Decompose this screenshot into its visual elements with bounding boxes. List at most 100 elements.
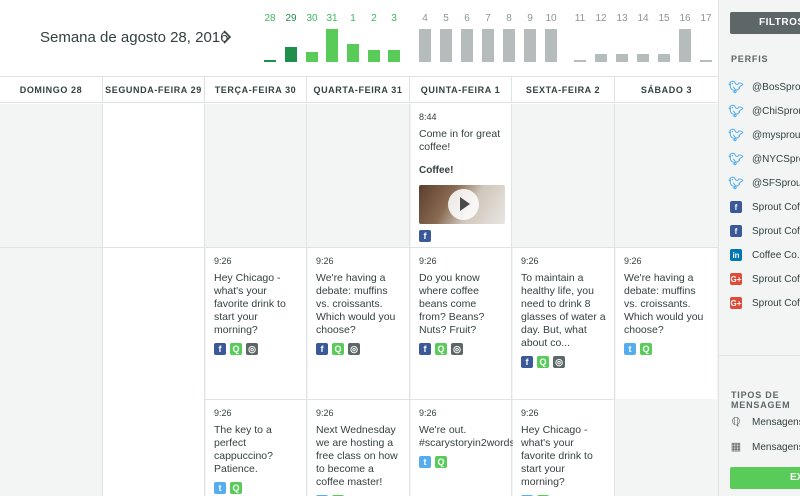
profile-item[interactable]: G+ Sprout Coffee	[730, 272, 800, 286]
volume-bar-day-31[interactable]: 31	[322, 0, 342, 70]
sprout-icon: Q	[230, 482, 242, 494]
profile-item[interactable]: in Coffee Co.	[730, 248, 800, 262]
volume-bar-fill	[503, 29, 515, 62]
post-card[interactable]: 9:26 The key to a perfect cappuccino? Pa…	[206, 400, 306, 496]
day-column-sunday	[0, 104, 103, 496]
volume-bar-day-10[interactable]: 10	[541, 0, 561, 70]
post-card[interactable]: 9:26 To maintain a healthy life, you nee…	[513, 248, 614, 399]
sprout-icon: Q	[230, 343, 242, 355]
post-card[interactable]: 9:26 Do you know where coffee beans come…	[411, 248, 511, 399]
volume-bar-label: 31	[326, 13, 338, 24]
message-type-label: Mensagens	[752, 441, 800, 453]
filters-button[interactable]: FILTROS	[730, 12, 800, 34]
volume-bar-day-12[interactable]: 12	[591, 0, 611, 70]
volume-bar-label: 13	[616, 13, 628, 24]
post-card[interactable]: 9:26 We're out. #scarystoryin2words t Q	[411, 400, 515, 496]
volume-bar-day-8[interactable]: 8	[499, 0, 519, 70]
profile-label: Sprout Coffee	[752, 273, 800, 285]
twitter-icon: 🐦︎	[728, 152, 744, 166]
volume-bar-fill	[700, 60, 712, 62]
volume-bar-day-6[interactable]: 6	[457, 0, 477, 70]
volume-bar-day-1[interactable]: 1	[343, 0, 363, 70]
profile-item[interactable]: 🐦︎ @ChiSprout	[728, 104, 800, 118]
post-time: 9:26	[521, 408, 539, 418]
volume-bar-label: 17	[700, 13, 712, 24]
post-text: Do you know where coffee beans come from…	[419, 272, 485, 336]
video-thumbnail[interactable]	[419, 185, 505, 224]
profile-item[interactable]: 🐦︎ @SFSprout	[728, 176, 800, 190]
day-header-tuesday[interactable]: TERÇA-FEIRA 30	[205, 77, 307, 103]
day-header-friday[interactable]: SEXTA-FEIRA 2	[512, 77, 615, 103]
post-label: Coffee!	[419, 165, 454, 176]
volume-bar-label: 10	[545, 13, 557, 24]
profile-item[interactable]: 🐦︎ @mysprout	[728, 128, 800, 142]
post-time: 9:26	[214, 256, 232, 266]
profile-item[interactable]: f Sprout Coffee	[730, 224, 800, 238]
volume-bar-day-13[interactable]: 13	[612, 0, 632, 70]
sprout-icon: Q	[537, 356, 549, 368]
day-header-wednesday[interactable]: QUARTA-FEIRA 31	[307, 77, 410, 103]
volume-bar-day-30[interactable]: 30	[302, 0, 322, 70]
volume-bar-day-11[interactable]: 11	[570, 0, 590, 70]
message-type-item[interactable]: ℚ Mensagens	[730, 416, 800, 428]
post-time: 9:26	[419, 408, 437, 418]
volume-bar-day-28[interactable]: 28	[260, 0, 280, 70]
volume-bar-day-4[interactable]: 4	[415, 0, 435, 70]
sprout-icon: Q	[640, 343, 652, 355]
volume-bar-day-17[interactable]: 17	[696, 0, 716, 70]
twitter-icon: 🐦︎	[728, 128, 744, 142]
profile-label: Sprout Coffee	[752, 297, 800, 309]
profile-label: Coffee Co.	[752, 249, 800, 261]
volume-bar-label: 15	[658, 13, 670, 24]
post-network-icons: t Q	[419, 456, 503, 469]
chevron-right-icon[interactable]	[220, 28, 234, 46]
profile-item[interactable]: 🐦︎ @BosSprout	[728, 80, 800, 94]
post-card[interactable]: 8:44 Come in for great coffee! Coffee! f	[411, 104, 511, 247]
volume-bar-day-5[interactable]: 5	[436, 0, 456, 70]
volume-bar-label: 14	[637, 13, 649, 24]
volume-bar-fill	[595, 54, 607, 62]
profile-item[interactable]: G+ Sprout Coffee	[730, 296, 800, 310]
post-card[interactable]: 9:26 We're having a debate: muffins vs. …	[308, 248, 409, 399]
facebook-icon: f	[419, 230, 431, 242]
message-type-item[interactable]: ▦ Mensagens	[730, 441, 800, 453]
facebook-icon: f	[730, 201, 742, 213]
volume-bar-label: 2	[371, 13, 377, 24]
play-icon[interactable]	[448, 189, 479, 220]
volume-bar-day-9[interactable]: 9	[520, 0, 540, 70]
post-time: 9:26	[316, 408, 334, 418]
post-card[interactable]: 9:26 Hey Chicago - what's your favorite …	[206, 248, 306, 399]
week-title: Semana de agosto 28, 2016	[40, 29, 229, 46]
post-time: 9:26	[419, 256, 437, 266]
export-button[interactable]: EXPORTAR	[730, 467, 800, 489]
profile-item[interactable]: f Sprout Coffee	[730, 200, 800, 214]
day-header-sunday[interactable]: DOMINGO 28	[0, 77, 103, 103]
volume-bar-fill	[482, 29, 494, 62]
volume-bar-day-29[interactable]: 29	[281, 0, 301, 70]
volume-bar-day-3[interactable]: 3	[384, 0, 404, 70]
post-text: We're out. #scarystoryin2words	[419, 424, 515, 449]
volume-bar-day-15[interactable]: 15	[654, 0, 674, 70]
profile-label: @mysprout	[752, 129, 800, 141]
day-header-monday[interactable]: SEGUNDA-FEIRA 29	[103, 77, 205, 103]
post-card[interactable]: 9:26 Hey Chicago - what's your favorite …	[513, 400, 614, 496]
post-network-icons: f	[419, 230, 503, 243]
profile-item[interactable]: 🐦︎ @NYCSprout	[728, 152, 800, 166]
post-card[interactable]: 9:26 Next Wednesday we are hosting a fre…	[308, 400, 409, 496]
facebook-icon: f	[419, 343, 431, 355]
profile-label: @NYCSprout	[752, 153, 800, 165]
volume-bar-day-2[interactable]: 2	[364, 0, 384, 70]
post-text: We're having a debate: muffins vs. crois…	[316, 272, 396, 336]
volume-bar-fill	[347, 44, 359, 62]
day-header-saturday[interactable]: SÁBADO 3	[615, 77, 718, 103]
volume-bar-day-7[interactable]: 7	[478, 0, 498, 70]
post-card[interactable]: 9:26 We're having a debate: muffins vs. …	[616, 248, 717, 399]
day-headers: DOMINGO 28 SEGUNDA-FEIRA 29 TERÇA-FEIRA …	[0, 77, 718, 103]
volume-bar-day-14[interactable]: 14	[633, 0, 653, 70]
volume-bar-fill	[679, 29, 691, 62]
day-header-thursday[interactable]: QUINTA-FEIRA 1	[410, 77, 512, 103]
twitter-icon: t	[214, 482, 226, 494]
sprout-icon: Q	[435, 343, 447, 355]
volume-bar-day-16[interactable]: 16	[675, 0, 695, 70]
post-network-icons: f Q ◎	[419, 343, 503, 356]
